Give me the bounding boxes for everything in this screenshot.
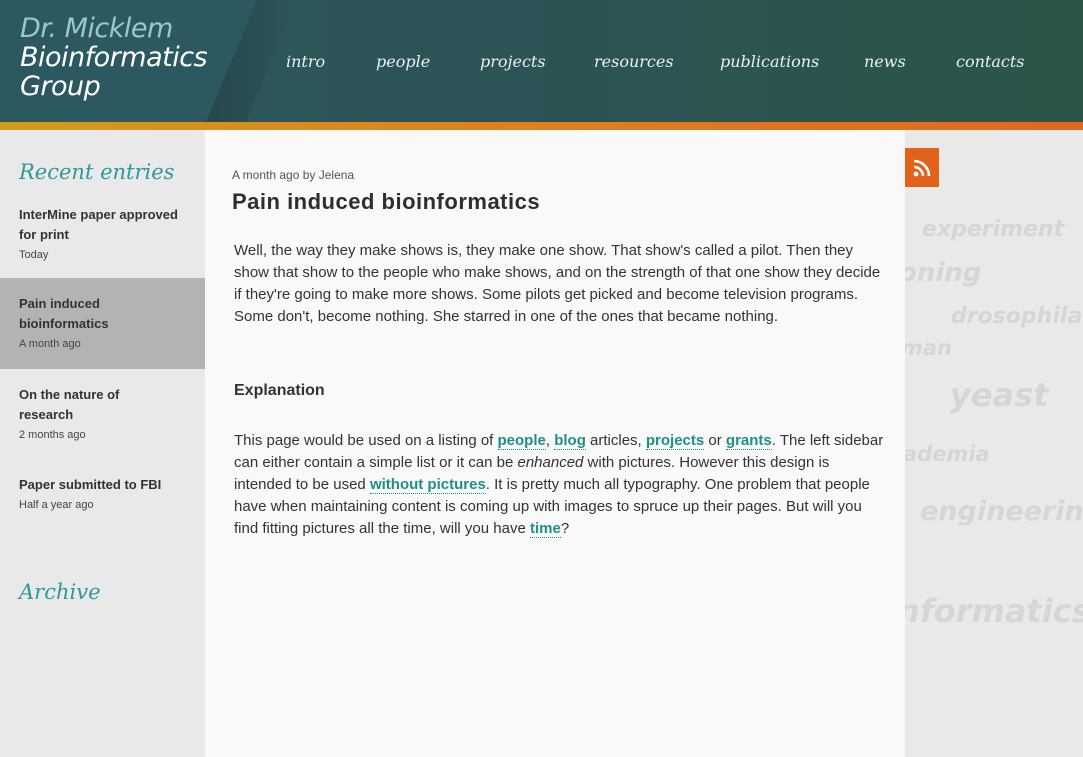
- nav-intro[interactable]: intro: [286, 52, 325, 71]
- text: or: [704, 432, 726, 449]
- entry-title: On the nature of research: [19, 387, 120, 422]
- rss-glyph: [913, 159, 931, 176]
- entry-date: 2 months ago: [19, 429, 86, 441]
- grants-link[interactable]: grants: [725, 432, 772, 450]
- without-pictures-link[interactable]: without pictures: [369, 476, 486, 494]
- sidebar-entry[interactable]: InterMine paper approved for print Today: [0, 205, 205, 263]
- people-link[interactable]: people: [497, 432, 546, 450]
- main-nav: intro people projects resources publicat…: [0, 0, 1083, 122]
- sidebar: Recent entries InterMine paper approved …: [0, 130, 221, 757]
- nav-resources[interactable]: resources: [594, 52, 674, 71]
- tag-oning[interactable]: oning: [905, 258, 981, 288]
- tag-yeast[interactable]: yeast: [950, 376, 1049, 414]
- nav-news[interactable]: news: [864, 52, 906, 71]
- article-meta: A month ago by Jelena: [232, 168, 355, 182]
- blog-link[interactable]: blog: [554, 432, 586, 450]
- text: ?: [560, 520, 570, 537]
- text: articles,: [585, 432, 646, 449]
- entry-title: Pain induced bioinformatics: [19, 296, 109, 331]
- site-header: Dr. Micklem Bioinformatics Group intro p…: [0, 0, 1083, 130]
- archive-heading[interactable]: Archive: [19, 580, 101, 604]
- tag-man[interactable]: man: [905, 336, 952, 360]
- entry-date: Half a year ago: [19, 499, 94, 511]
- entry-date: A month ago: [19, 338, 81, 350]
- entry-title: InterMine paper approved for print: [19, 207, 178, 242]
- explanation-body: This page would be used on a listing of …: [234, 430, 884, 540]
- nav-people[interactable]: people: [376, 52, 430, 71]
- projects-link[interactable]: projects: [645, 432, 705, 450]
- emphasis: enhanced: [517, 454, 584, 471]
- sidebar-entry[interactable]: Paper submitted to FBI Half a year ago: [0, 475, 205, 513]
- tag-engineering[interactable]: engineering: [920, 496, 1083, 527]
- article-title: Pain induced bioinformatics: [232, 189, 541, 214]
- entry-date: Today: [19, 249, 49, 261]
- sidebar-entry-active[interactable]: Pain induced bioinformatics A month ago: [0, 278, 221, 369]
- recent-entries-heading: Recent entries: [19, 160, 175, 184]
- nav-contacts[interactable]: contacts: [956, 52, 1024, 71]
- text: ,: [545, 432, 555, 449]
- time-link[interactable]: time: [529, 520, 561, 538]
- entry-title: Paper submitted to FBI: [19, 477, 162, 492]
- tag-ademia[interactable]: ademia: [905, 442, 990, 466]
- tag-informatics[interactable]: nformatics: [905, 592, 1083, 630]
- nav-publications[interactable]: publications: [720, 52, 819, 71]
- tag-drosophila[interactable]: drosophila: [951, 304, 1082, 329]
- article-body: Well, the way they make shows is, they m…: [234, 242, 881, 325]
- nav-projects[interactable]: projects: [480, 52, 546, 71]
- explanation-heading: Explanation: [234, 382, 325, 399]
- rss-icon[interactable]: [905, 148, 939, 187]
- article: A month ago by Jelena Pain induced bioin…: [205, 130, 905, 757]
- text: This page would be used on a listing of: [234, 432, 498, 449]
- tag-cloud: experiment oning drosophila man yeast ad…: [905, 130, 1083, 757]
- tag-experiment[interactable]: experiment: [922, 217, 1064, 242]
- sidebar-entry[interactable]: On the nature of research 2 months ago: [0, 385, 205, 443]
